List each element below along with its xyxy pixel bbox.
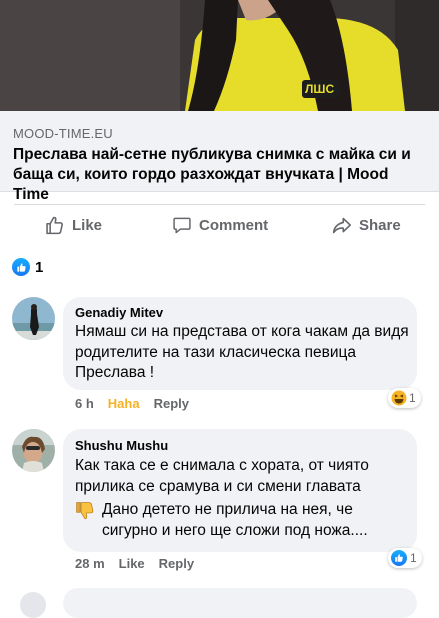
like-comment-button[interactable]: Like — [119, 556, 145, 571]
avatar-shushu-image — [12, 429, 55, 472]
comment-author[interactable]: Genadiy Mitev — [75, 305, 163, 320]
reply-button[interactable]: Reply — [159, 556, 194, 571]
haha-reaction-button[interactable]: Haha — [108, 396, 140, 411]
comment-text-line1: Как така се е снимала с хората, от чиято… — [75, 457, 369, 495]
comment-bubble — [63, 588, 417, 618]
comment-reaction-count: 1 — [409, 391, 416, 405]
reply-button[interactable]: Reply — [154, 396, 189, 411]
comment-meta: 28 m Like Reply — [75, 556, 208, 571]
haha-icon — [391, 390, 407, 406]
comment-time: 28 m — [75, 556, 105, 571]
comment-button[interactable]: Comment — [172, 205, 268, 245]
shirt-logo-text: ЛШС — [305, 82, 335, 96]
avatar[interactable] — [12, 297, 55, 340]
like-button-label: Like — [72, 216, 103, 234]
thumbs-up-icon — [46, 216, 63, 234]
comment-text-line2: Дано детето не прилича на нея, че сигурн… — [102, 501, 368, 539]
comment-meta: 6 h Haha Reply — [75, 396, 203, 411]
preview-photo — [0, 0, 439, 111]
thumbs-down-emoji-icon — [74, 500, 95, 526]
post-reaction-summary[interactable]: 1 — [12, 258, 43, 276]
comment-icon — [173, 217, 191, 234]
avatar-genadiy-image — [12, 297, 55, 340]
comment-text: Нямаш си на представа от кога чакам да в… — [75, 323, 409, 381]
link-domain: MOOD-TIME.EU — [13, 126, 113, 141]
like-button[interactable]: Like — [44, 205, 102, 245]
like-reaction-icon — [391, 550, 407, 566]
comment-reaction-count: 1 — [410, 551, 417, 565]
post-action-bar: Like Comment Share — [0, 205, 439, 245]
share-button[interactable]: Share — [331, 205, 401, 245]
post-reaction-count: 1 — [35, 258, 44, 276]
comment-author[interactable]: Shushu Mushu — [75, 438, 168, 453]
avatar — [20, 592, 46, 618]
avatar[interactable] — [12, 429, 55, 472]
comment-reaction-chip[interactable]: 1 — [388, 548, 422, 568]
link-preview-image[interactable]: ЛШС — [0, 0, 439, 111]
share-icon — [332, 217, 352, 233]
comment-button-label: Comment — [199, 216, 269, 234]
link-headline[interactable]: Преслава най-сетне публикува снимка с ма… — [13, 145, 427, 205]
comment-time: 6 h — [75, 396, 94, 411]
like-reaction-icon — [12, 258, 30, 276]
comment-reaction-chip[interactable]: 1 — [388, 388, 421, 408]
share-button-label: Share — [359, 216, 401, 234]
